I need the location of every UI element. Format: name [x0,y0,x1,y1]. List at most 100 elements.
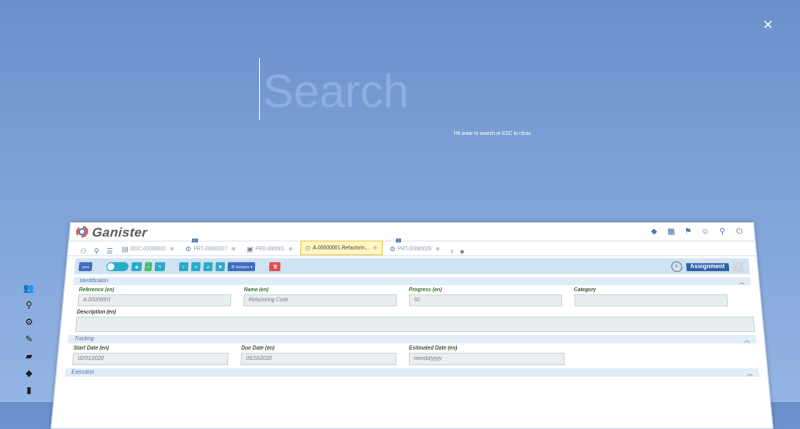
history-button[interactable]: ⊖ [191,262,201,271]
section-title: Execution [71,369,94,375]
field-label: Reference (en) [79,287,232,293]
tab-label: A-00000001-Refactorin... [313,245,369,251]
execution-section-header[interactable]: Execution ︿ [65,368,760,376]
field-label: Name (en) [244,287,397,293]
close-icon[interactable]: ⊗ [460,249,464,255]
close-icon[interactable]: ⊗ [288,246,292,252]
chevron-down-icon: ▾ [249,264,252,269]
users-icon[interactable]: 👥 [22,282,36,294]
due-date-field: Due Date (en) 05/10/2020 [240,345,396,365]
left-sidebar: 👥 ⚲ ⚙ ✎ ▰ ◆ ▮ [22,282,36,396]
tag-icon[interactable]: ◆ [22,367,36,379]
book-icon[interactable]: ▮ [22,384,36,396]
reference-field: Reference (en) A-00000001 [77,287,231,306]
category-input[interactable] [574,294,728,306]
progress-field: Progress (en) 50 [409,287,563,306]
folder-icon[interactable]: ▰ [22,350,36,362]
tab-doc[interactable]: ▤ DOC-00000002 ⊗ [117,242,178,255]
actions-button[interactable]: ⚙ Actions ▾ [228,262,256,271]
chevron-up-icon[interactable]: ︿ [738,277,745,286]
close-icon[interactable]: ⊗ [436,246,440,252]
start-date-input[interactable]: 02/01/2020 [72,353,229,366]
menu-icon[interactable]: ☰ [104,247,115,255]
estimated-date-field: Estimated Date (en) mm/dd/yyyy [409,345,565,365]
search-input[interactable] [263,62,733,120]
tab-label: PRT-00000026 [398,246,432,252]
edit-icon[interactable]: ✎ [22,333,36,345]
save-button[interactable]: ▪ [144,262,152,271]
tab-bar: ⚇ ⚲ ☰ ▤ DOC-00000002 ⊗ 1 ⚙ PRT-00000027 … [68,242,756,257]
field-label: Due Date (en) [241,345,396,351]
start-date-field: Start Date (en) 02/01/2020 [72,345,229,365]
cube-icon[interactable]: ◆ [649,227,659,236]
search-icon[interactable]: ⚲ [717,227,727,236]
assignment-icon: ⊙ [305,244,311,252]
settings-icon[interactable]: ⚙ [22,316,36,328]
tab-label: DOC-00000002 [130,246,166,252]
assignment-title: Assignment [686,263,730,271]
search-icon[interactable]: ⚲ [91,247,102,255]
product-icon: ▣ [246,245,253,253]
tab-label: PRT-00000027 [193,246,227,252]
app-window: Ganister ◆ ▦ ⚑ ☺ ⚲ ⏻ ⚇ ⚲ ☰ ▤ DOC-0000000… [50,222,773,429]
users-icon[interactable]: ⚇ [78,247,89,255]
tab-part-27[interactable]: 1 ⚙ PRT-00000027 ⊗ [181,242,240,255]
star-button[interactable]: ✱ [215,262,225,271]
power-icon[interactable]: ⏻ [734,227,744,236]
ganister-logo-icon [76,226,89,238]
app-header: Ganister ◆ ▦ ⚑ ☺ ⚲ ⏻ [69,223,755,242]
description-label: Description (en) [77,309,754,315]
tab-badge: 1 [395,239,401,243]
identification-fields: Reference (en) A-00000001 Name (en) Refa… [77,287,752,306]
progress-input[interactable]: 50 [409,294,563,306]
flag-icon[interactable]: ⚑ [683,227,693,236]
text-cursor [259,58,260,120]
user-icon[interactable]: ☺ [700,227,710,236]
identification-section-header[interactable]: Identification ︿ [73,277,751,285]
section-title: Identification [79,278,108,284]
close-icon[interactable]: ⊗ [373,245,377,251]
toolbar: new ◉ ▪ ✎ ⇪ ⊖ A ✱ ⚙ Actions ▾ 🗑 + Assign… [74,258,750,274]
tab-label: PRD-000001 [255,246,284,252]
view-button[interactable]: ◉ [132,262,142,271]
search-icon[interactable]: ⚲ [22,299,36,311]
description-input[interactable] [75,317,755,332]
document-icon: ▤ [122,245,129,253]
actions-label: Actions [236,264,250,269]
chevron-up-icon[interactable]: ︿ [743,335,750,344]
text-button[interactable]: A [204,262,213,271]
close-icon[interactable]: × [763,16,773,33]
close-icon[interactable]: ⊗ [231,246,236,252]
upload-button[interactable]: ⇪ [179,262,189,271]
tab-badge: 1 [192,239,198,243]
reference-input[interactable]: A-00000001 [77,294,231,306]
category-field: Category [574,287,728,306]
brand-name: Ganister [91,224,147,239]
close-icon[interactable]: ⊗ [170,246,175,252]
part-icon: ⚙ [185,245,192,253]
name-field: Name (en) Refactoring Code [243,287,397,306]
delete-button[interactable]: 🗑 [269,262,281,271]
tab-part-26[interactable]: 1 ⚙ PRT-00000026 ⊗ [385,242,444,255]
add-icon[interactable]: + [670,261,682,272]
new-button[interactable]: new [79,262,93,271]
field-label: Start Date (en) [73,345,229,351]
rss-icon[interactable]: ◔ [732,262,743,272]
field-label: Estimated Date (en) [409,345,564,351]
toggle-switch[interactable] [106,262,129,271]
section-title: Tracking [74,336,94,342]
estimated-date-input[interactable]: mm/dd/yyyy [409,353,565,366]
edit-button[interactable]: ✎ [155,262,165,271]
chevron-up-icon[interactable]: ︿ [746,368,753,377]
tracking-section-header[interactable]: Tracking ︿ [68,335,756,343]
field-label: Category [574,287,727,293]
tab-assignment[interactable]: ⊙ A-00000001-Refactorin... ⊗ [300,241,383,256]
search-hint: Hit enter to search or ESC to close [454,131,531,137]
tracking-fields: Start Date (en) 02/01/2020 Due Date (en)… [72,345,758,365]
grid-icon[interactable]: ▦ [666,227,676,236]
due-date-input[interactable]: 05/10/2020 [240,353,396,366]
tab-product[interactable]: ▣ PRD-000001 ⊗ [242,242,297,255]
lightbulb-icon[interactable]: ♁ [447,248,457,255]
name-input[interactable]: Refactoring Code [243,294,397,306]
part-icon: ⚙ [389,245,395,253]
